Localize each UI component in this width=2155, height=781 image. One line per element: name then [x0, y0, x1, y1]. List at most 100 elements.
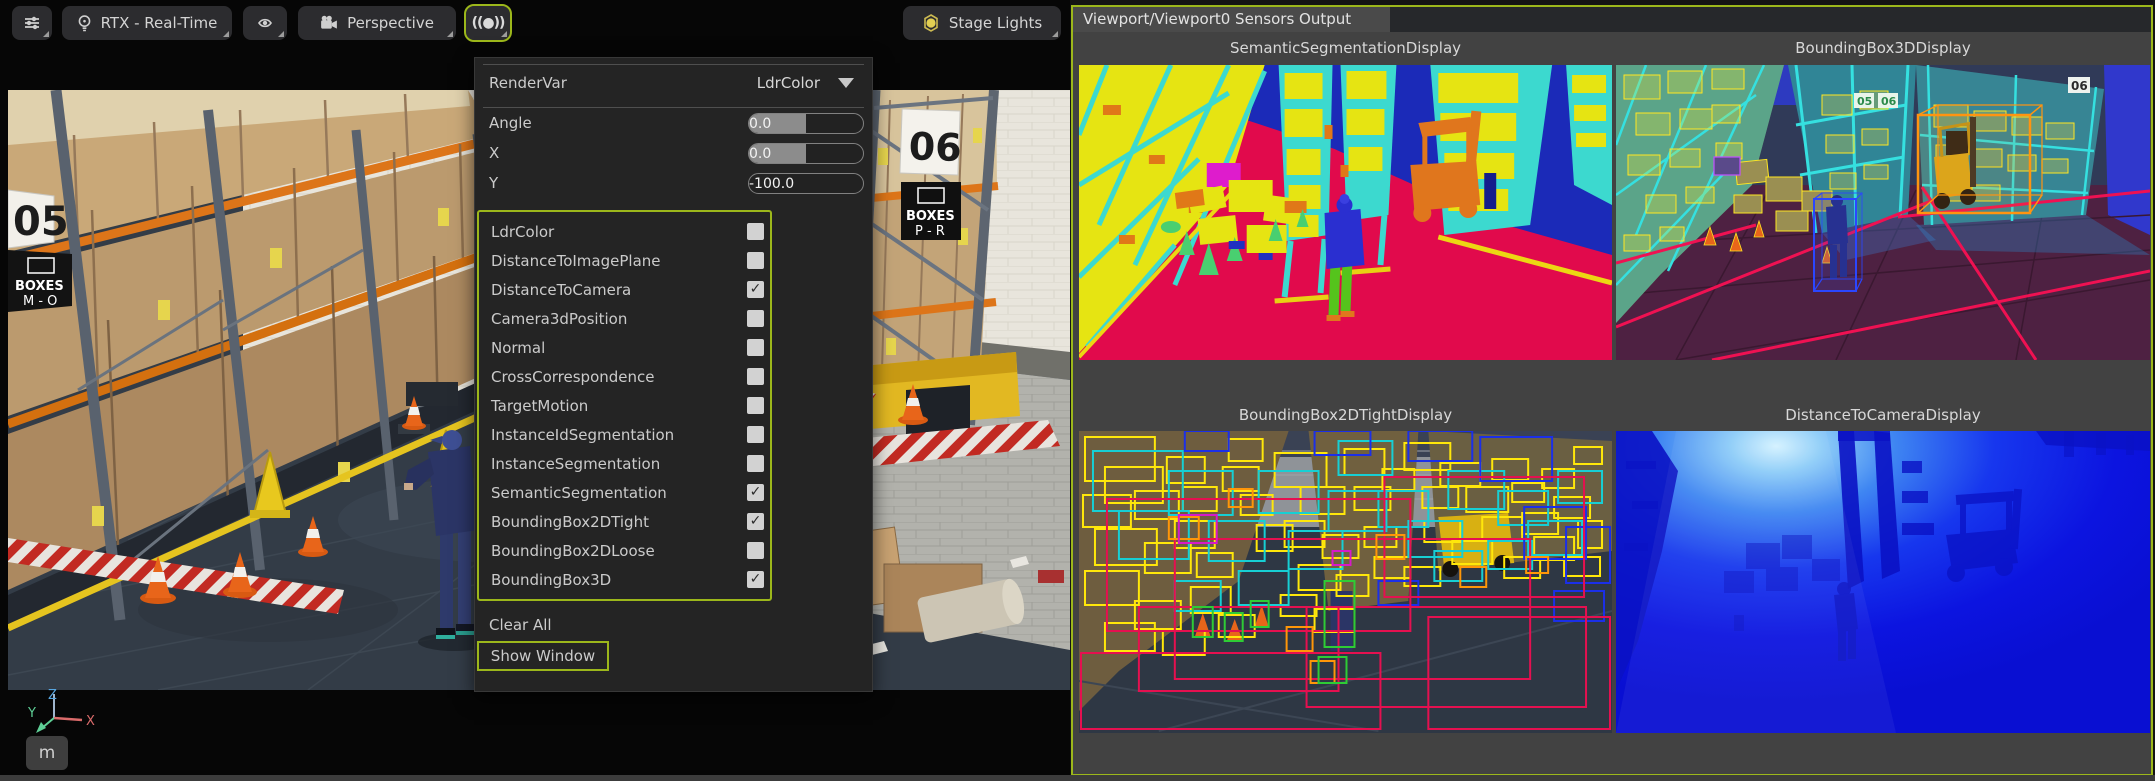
checkbox[interactable]: [747, 513, 764, 530]
visibility-button[interactable]: [243, 6, 287, 40]
slider-label: Y: [489, 174, 748, 192]
show-window-button[interactable]: Show Window: [477, 641, 609, 671]
sensor-option-label: CrossCorrespondence: [491, 368, 747, 386]
renderer-button[interactable]: RTX - Real-Time: [62, 6, 232, 40]
sensor-dropdown-menu: RenderVar LdrColor Angle 0.0 X 0.0 Y -10…: [474, 57, 873, 692]
checkbox[interactable]: [747, 281, 764, 298]
slider-input[interactable]: 0.0: [748, 113, 864, 134]
checkbox[interactable]: [747, 252, 764, 269]
lightbulb-icon: [77, 14, 92, 32]
checkbox[interactable]: [747, 484, 764, 501]
svg-text:05: 05: [1857, 95, 1872, 108]
sensor-option-label: BoundingBox3D: [491, 571, 747, 589]
rendervar-row[interactable]: RenderVar LdrColor: [475, 65, 872, 101]
renderer-label: RTX - Real-Time: [101, 14, 218, 32]
quadrant-label-bbox3d: BoundingBox3DDisplay: [1616, 32, 2150, 64]
sensor-option-label: InstanceSegmentation: [491, 455, 747, 473]
svg-text:BOXES: BOXES: [906, 209, 955, 224]
camera-label: Perspective: [347, 14, 434, 32]
svg-text:Z: Z: [48, 688, 57, 703]
panel-tab[interactable]: Viewport/Viewport0 Sensors Output: [1073, 7, 1390, 32]
svg-text:06: 06: [2071, 79, 2088, 93]
checkbox[interactable]: [747, 426, 764, 443]
sensor-option-label: DistanceToImagePlane: [491, 252, 747, 270]
sensor-option-label: Camera3dPosition: [491, 310, 747, 328]
stage-light-icon: [922, 14, 940, 32]
app-window: 05 BOXES M - O: [0, 0, 2155, 781]
window-footer: [0, 775, 2155, 781]
slider-row: Angle 0.0: [475, 108, 872, 138]
sensors-icon: ((●)): [472, 15, 505, 31]
svg-text:05: 05: [13, 199, 69, 245]
sensor-option-label: DistanceToCamera: [491, 281, 747, 299]
svg-text:BOXES: BOXES: [15, 279, 64, 294]
checkbox[interactable]: [747, 223, 764, 240]
svg-text:06: 06: [1881, 95, 1897, 108]
video-camera-icon: [320, 15, 338, 31]
sensor-option-label: LdrColor: [491, 223, 747, 241]
svg-text:06: 06: [908, 124, 962, 170]
svg-text:X: X: [86, 714, 95, 729]
checkbox[interactable]: [747, 542, 764, 559]
sensor-option-row[interactable]: Camera3dPosition: [479, 304, 770, 333]
checkbox[interactable]: [747, 571, 764, 588]
sensor-option-row[interactable]: Normal: [479, 333, 770, 362]
stage-lights-button[interactable]: Stage Lights: [903, 6, 1061, 40]
svg-text:M - O: M - O: [23, 294, 57, 309]
bounding-box-3d-image: 05 06 06: [1616, 65, 2150, 360]
sensors-output-panel: Viewport/Viewport0 Sensors Output Semant…: [1071, 5, 2153, 776]
sensor-option-row[interactable]: TargetMotion: [479, 391, 770, 420]
sensor-option-label: Normal: [491, 339, 747, 357]
checkbox[interactable]: [747, 368, 764, 385]
quadrant-label-distance: DistanceToCameraDisplay: [1616, 399, 2150, 431]
sensor-option-row[interactable]: DistanceToCamera: [479, 275, 770, 304]
slider-row: X 0.0: [475, 138, 872, 168]
checkbox[interactable]: [747, 397, 764, 414]
sensor-option-row[interactable]: SemanticSegmentation: [479, 478, 770, 507]
slider-label: Angle: [489, 114, 748, 132]
sensor-option-row[interactable]: BoundingBox2DLoose: [479, 536, 770, 565]
sensor-option-row[interactable]: DistanceToImagePlane: [479, 246, 770, 275]
slider-row: Y -100.0: [475, 168, 872, 198]
sensor-option-label: BoundingBox2DTight: [491, 513, 747, 531]
eye-icon: [255, 15, 275, 31]
slider-input[interactable]: -100.0: [748, 173, 864, 194]
sensor-option-row[interactable]: CrossCorrespondence: [479, 362, 770, 391]
viewport-toolbar: RTX - Real-Time Perspective ((●)): [0, 0, 1070, 56]
sensor-option-label: BoundingBox2DLoose: [491, 542, 747, 560]
sensor-option-row[interactable]: InstanceSegmentation: [479, 449, 770, 478]
camera-button[interactable]: Perspective: [298, 6, 456, 40]
semantic-segmentation-image: [1079, 65, 1612, 360]
stage-lights-label: Stage Lights: [949, 14, 1042, 32]
bounding-box-2d-image: [1079, 431, 1612, 733]
sensor-option-row[interactable]: BoundingBox2DTight: [479, 507, 770, 536]
rendervar-value[interactable]: LdrColor: [757, 74, 820, 92]
checkbox[interactable]: [747, 455, 764, 472]
sensors-button[interactable]: ((●)): [466, 6, 510, 40]
sensor-option-row[interactable]: LdrColor: [479, 217, 770, 246]
sliders-icon: [23, 15, 41, 31]
sensor-option-label: InstanceIdSegmentation: [491, 426, 747, 444]
sensor-option-row[interactable]: InstanceIdSegmentation: [479, 420, 770, 449]
checkbox[interactable]: [747, 339, 764, 356]
panel-tab-bar: Viewport/Viewport0 Sensors Output: [1073, 7, 2151, 32]
viewport-settings-button[interactable]: [12, 6, 52, 40]
slider-input[interactable]: 0.0: [748, 143, 864, 164]
unit-button[interactable]: m: [26, 736, 68, 770]
quadrant-label-semantic: SemanticSegmentationDisplay: [1079, 32, 1612, 64]
sensor-options-list: LdrColor DistanceToImagePlane DistanceTo…: [477, 210, 772, 601]
checkbox[interactable]: [747, 310, 764, 327]
quadrant-label-bbox2d: BoundingBox2DTightDisplay: [1079, 399, 1612, 431]
slider-rows: Angle 0.0 X 0.0 Y -100.0: [475, 108, 872, 198]
svg-text:Y: Y: [27, 706, 36, 721]
sensor-option-label: TargetMotion: [491, 397, 747, 415]
sensor-option-label: SemanticSegmentation: [491, 484, 747, 502]
chevron-down-icon[interactable]: [838, 78, 854, 88]
clear-all-button[interactable]: Clear All: [475, 613, 872, 637]
distance-to-camera-image: [1616, 431, 2150, 733]
sensor-option-row[interactable]: BoundingBox3D: [479, 565, 770, 594]
svg-text:P - R: P - R: [915, 224, 945, 239]
rendervar-label: RenderVar: [489, 74, 567, 92]
slider-label: X: [489, 144, 748, 162]
axis-gizmo: Z X Y: [24, 688, 98, 738]
